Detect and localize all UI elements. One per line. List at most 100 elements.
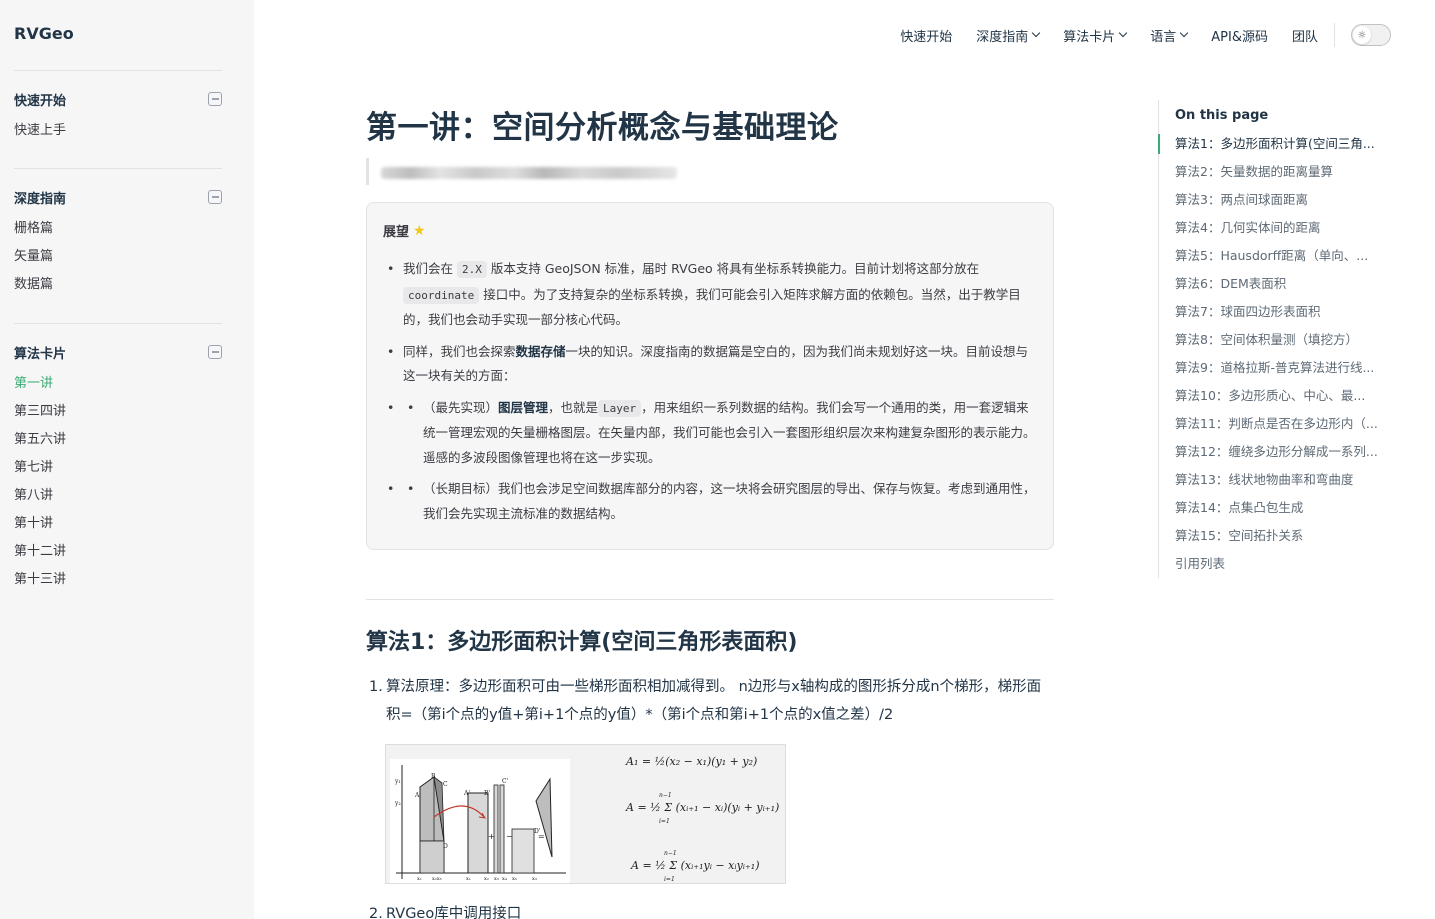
figure-label: D [443, 843, 448, 850]
figure-label: − [506, 832, 513, 841]
toc-item[interactable]: 算法13：线状地物曲率和弯曲度 [1175, 470, 1387, 490]
nav-algorithms[interactable]: 算法卡片 [1063, 26, 1128, 45]
sidebar-item-lecture-7[interactable]: 第七讲 [14, 454, 222, 482]
blurred-text [381, 167, 677, 179]
figure-label: x₃ [494, 876, 499, 882]
strong-text: 数据存储 [515, 343, 566, 359]
text: （最先实现） [423, 399, 499, 415]
inline-code: Layer [598, 399, 642, 417]
sidebar-item-lecture-3-4[interactable]: 第三四讲 [14, 398, 222, 426]
ordered-list-item: 2. RVGeo库中调用接口 [366, 900, 1054, 919]
chevron-down-icon [1180, 28, 1189, 38]
section-title: 算法1：多边形面积计算(空间三角形表面积) [366, 630, 798, 655]
list-item: （长期目标）我们也会涉足空间数据库部分的内容，这一块将会研究图层的导出、保存与恢… [383, 477, 1037, 526]
figure-label: y₂ [394, 800, 401, 807]
sidebar-item-lecture-1[interactable]: 第一讲 [14, 370, 222, 398]
text: （长期目标）我们也会涉足空间数据库部分的内容，这一块将会研究图层的导出、保存与恢… [423, 481, 1036, 521]
sum-upper-limit: n−1 [664, 850, 677, 857]
nav-label: 算法卡片 [1063, 29, 1116, 45]
list-item: （最先实现）图层管理，也就是Layer，用来组织一系列数据的结构。我们会写一个通… [383, 396, 1037, 471]
toc-item[interactable]: 算法10：多边形质心、中心、最... [1175, 386, 1387, 406]
figure-label: C' [502, 778, 509, 785]
collapse-icon[interactable] [208, 92, 222, 106]
sidebar-group-algorithms: 算法卡片 第一讲 第三四讲 第五六讲 第七讲 第八讲 第十讲 第十二讲 第十三讲 [14, 323, 222, 594]
toc-active-marker [1158, 134, 1160, 154]
figure-drawing: y₁ y₂ A B C A' B' C' D D' + − = x₁ x₂x₃ … [390, 755, 779, 883]
toc-item[interactable]: 算法3：两点间球面距离 [1175, 190, 1387, 210]
chevron-down-icon [1031, 28, 1041, 38]
text: ，也就是 [548, 399, 599, 415]
toc-item[interactable]: 算法6：DEM表面积 [1175, 274, 1387, 294]
nav-guide[interactable]: 深度指南 [976, 26, 1041, 45]
sidebar-item-lecture-5-6[interactable]: 第五六讲 [14, 426, 222, 454]
sidebar-item-lecture-10[interactable]: 第十讲 [14, 510, 222, 538]
nav-quickstart[interactable]: 快速开始 [900, 26, 952, 45]
list-item: 我们会在 2.X 版本支持 GeoJSON 标准，届时 RVGeo 将具有坐标系… [383, 257, 1037, 333]
top-nav: 快速开始 深度指南 算法卡片 语言 API&源码 团队 ☼ [876, 22, 1391, 48]
sidebar-item-quickstart[interactable]: 快速上手 [14, 117, 222, 145]
figure-label: x₁ [417, 876, 422, 882]
list-number: 2. [369, 906, 383, 919]
toc-item[interactable]: 算法2：矢量数据的距离量算 [1175, 162, 1387, 182]
figure-label: C [443, 781, 448, 788]
list-text: RVGeo库中调用接口 [386, 906, 522, 919]
figure-label: A [414, 792, 420, 799]
figure-label: x₄ [502, 876, 507, 882]
toc-item[interactable]: 引用列表 [1175, 554, 1387, 574]
callout-list: 我们会在 2.X 版本支持 GeoJSON 标准，届时 RVGeo 将具有坐标系… [383, 257, 1037, 526]
nav-language[interactable]: 语言 [1150, 26, 1189, 45]
figure-label: + [488, 832, 495, 841]
sidebar-item-lecture-8[interactable]: 第八讲 [14, 482, 222, 510]
nav-divider [1334, 23, 1335, 47]
toc-item[interactable]: 算法15：空间拓扑关系 [1175, 526, 1387, 546]
callout-title: 展望 ★ [383, 221, 1037, 241]
figure-label: x₃ [532, 876, 537, 882]
figure-label: y₁ [394, 778, 401, 785]
sidebar-group-title[interactable]: 算法卡片 [14, 343, 66, 362]
toc-item[interactable]: 算法8：空间体积量测（填挖方） [1175, 330, 1387, 350]
collapse-icon[interactable] [208, 345, 222, 359]
nav-team[interactable]: 团队 [1292, 26, 1318, 45]
list-text: 算法原理：多边形面积可由一些梯形面积相加减得到。 n边形与x轴构成的图形拆分成n… [386, 679, 1042, 723]
toc-item[interactable]: 算法5：Hausdorff距离（单向、... [1175, 246, 1387, 266]
theme-toggle[interactable]: ☼ [1351, 24, 1391, 46]
sidebar-item-lecture-13[interactable]: 第十三讲 [14, 566, 222, 594]
toc-item[interactable]: 算法7：球面四边形表面积 [1175, 302, 1387, 322]
toc-title: On this page [1175, 108, 1269, 123]
inline-code: coordinate [403, 286, 480, 304]
sidebar-group-title[interactable]: 快速开始 [14, 90, 66, 109]
outlook-callout: 展望 ★ 我们会在 2.X 版本支持 GeoJSON 标准，届时 RVGeo 将… [366, 202, 1054, 550]
toc: On this page 算法1：多边形面积计算(空间三角... 算法2：矢量数… [1158, 100, 1398, 578]
toc-item[interactable]: 算法9：道格拉斯-普克算法进行线... [1175, 358, 1387, 378]
toc-item[interactable]: 算法1：多边形面积计算(空间三角... [1175, 134, 1387, 154]
sidebar-group-title[interactable]: 深度指南 [14, 188, 66, 207]
polygon-area-figure: y₁ y₂ A B C A' B' C' D D' + − = x₁ x₂x₃ … [385, 744, 786, 884]
text: 接口中。为了支持复杂的坐标系转换，我们可能会引入矩阵求解方面的依赖包。当然，出于… [403, 286, 1021, 328]
collapse-icon[interactable] [208, 190, 222, 204]
toc-item[interactable]: 算法14：点集凸包生成 [1175, 498, 1387, 518]
nav-api[interactable]: API&源码 [1211, 26, 1268, 45]
figure-label: A' [463, 790, 470, 797]
nav-label: 语言 [1150, 29, 1177, 45]
sidebar-item-vector[interactable]: 矢量篇 [14, 243, 222, 271]
sidebar-item-lecture-12[interactable]: 第十二讲 [14, 538, 222, 566]
toc-item[interactable]: 算法4：几何实体间的距离 [1175, 218, 1387, 238]
text: 版本支持 GeoJSON 标准，届时 RVGeo 将具有坐标系转换能力。目前计划… [490, 261, 980, 276]
sidebar-group-quickstart: 快速开始 快速上手 [14, 70, 222, 145]
text: 同样，我们也会探索 [403, 343, 516, 359]
figure-label: B [431, 773, 436, 780]
callout-title-text: 展望 [383, 225, 410, 240]
figure-label: x₂x₃ [432, 876, 442, 882]
toc-item[interactable]: 算法12：缠绕多边形分解成一系列... [1175, 442, 1387, 462]
sum-lower-limit: i=1 [664, 876, 675, 883]
sum-upper-limit: n−1 [659, 792, 672, 799]
sidebar-item-data[interactable]: 数据篇 [14, 271, 222, 299]
nav-label: 团队 [1291, 29, 1318, 45]
nav-label: API&源码 [1211, 29, 1268, 45]
sun-icon: ☼ [1353, 26, 1371, 44]
toc-item[interactable]: 算法11：判断点是否在多边形内（... [1175, 414, 1387, 434]
brand-logo[interactable]: RVGeo [14, 24, 74, 43]
nav-label: 深度指南 [976, 29, 1029, 45]
sidebar-item-raster[interactable]: 栅格篇 [14, 215, 222, 243]
list-number: 1. [369, 679, 383, 695]
